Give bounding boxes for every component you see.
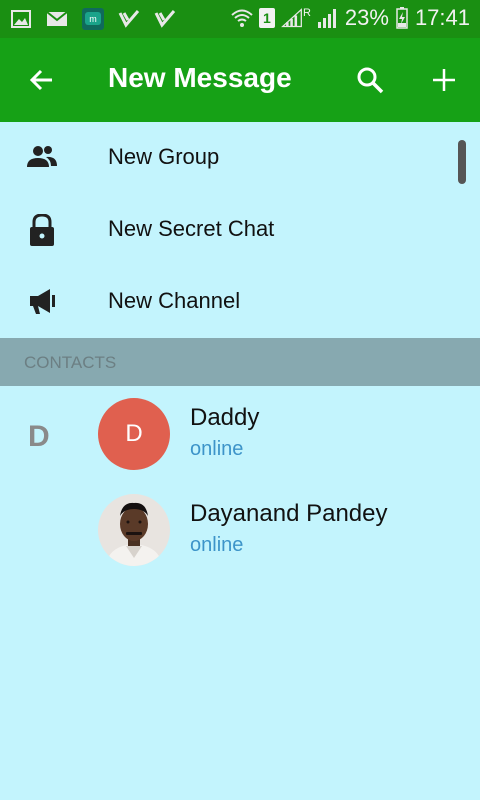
contacts-section-header: CONTACTS	[0, 338, 480, 386]
contact-status: online	[190, 534, 244, 556]
status-bar: m 1 R 23% 17:41	[0, 0, 480, 38]
avatar	[98, 494, 170, 566]
avatar-photo	[98, 494, 170, 566]
signal-icon	[317, 7, 339, 29]
page-title: New Message	[108, 62, 292, 93]
group-icon	[24, 142, 60, 174]
avatar-initial: D	[125, 420, 143, 447]
wifi-icon	[231, 7, 253, 29]
toolbar: New Message	[0, 38, 480, 122]
contacts-header-label: CONTACTS	[24, 353, 117, 372]
notification-icons: m	[10, 8, 176, 30]
back-arrow-icon[interactable]	[26, 64, 58, 96]
mail-icon	[46, 8, 68, 30]
contact-row-daddy[interactable]: D Daddy online	[0, 398, 480, 494]
new-secret-chat-item[interactable]: New Secret Chat	[0, 194, 480, 266]
checkmark-icon	[118, 8, 140, 30]
sim-badge: 1	[258, 8, 275, 28]
search-icon[interactable]	[354, 64, 386, 96]
new-secret-chat-label: New Secret Chat	[108, 216, 275, 241]
roaming-label: R	[302, 7, 311, 19]
battery-percent: 23%	[344, 5, 389, 30]
avatar: D	[98, 398, 170, 470]
contact-row-dayanand-pandey[interactable]: Dayanand Pandey online	[0, 494, 480, 590]
lock-icon	[24, 213, 60, 246]
signal-icon	[280, 7, 303, 29]
add-icon[interactable]	[428, 64, 460, 96]
new-group-label: New Group	[108, 144, 220, 169]
megaphone-icon	[24, 286, 60, 318]
battery-icon	[395, 7, 409, 29]
gallery-icon	[10, 8, 32, 30]
contact-name: Daddy	[190, 404, 260, 431]
new-channel-item[interactable]: New Channel	[0, 266, 480, 338]
checkmark-icon	[154, 8, 176, 30]
svg-text:m: m	[89, 14, 97, 24]
clock-time: 17:41	[414, 5, 470, 30]
scrollbar-thumb[interactable]	[458, 140, 466, 184]
contact-name: Dayanand Pandey	[190, 500, 388, 527]
contact-status: online	[190, 438, 244, 460]
messenger-icon: m	[82, 8, 104, 30]
new-channel-label: New Channel	[108, 288, 241, 313]
new-group-item[interactable]: New Group	[0, 122, 480, 194]
